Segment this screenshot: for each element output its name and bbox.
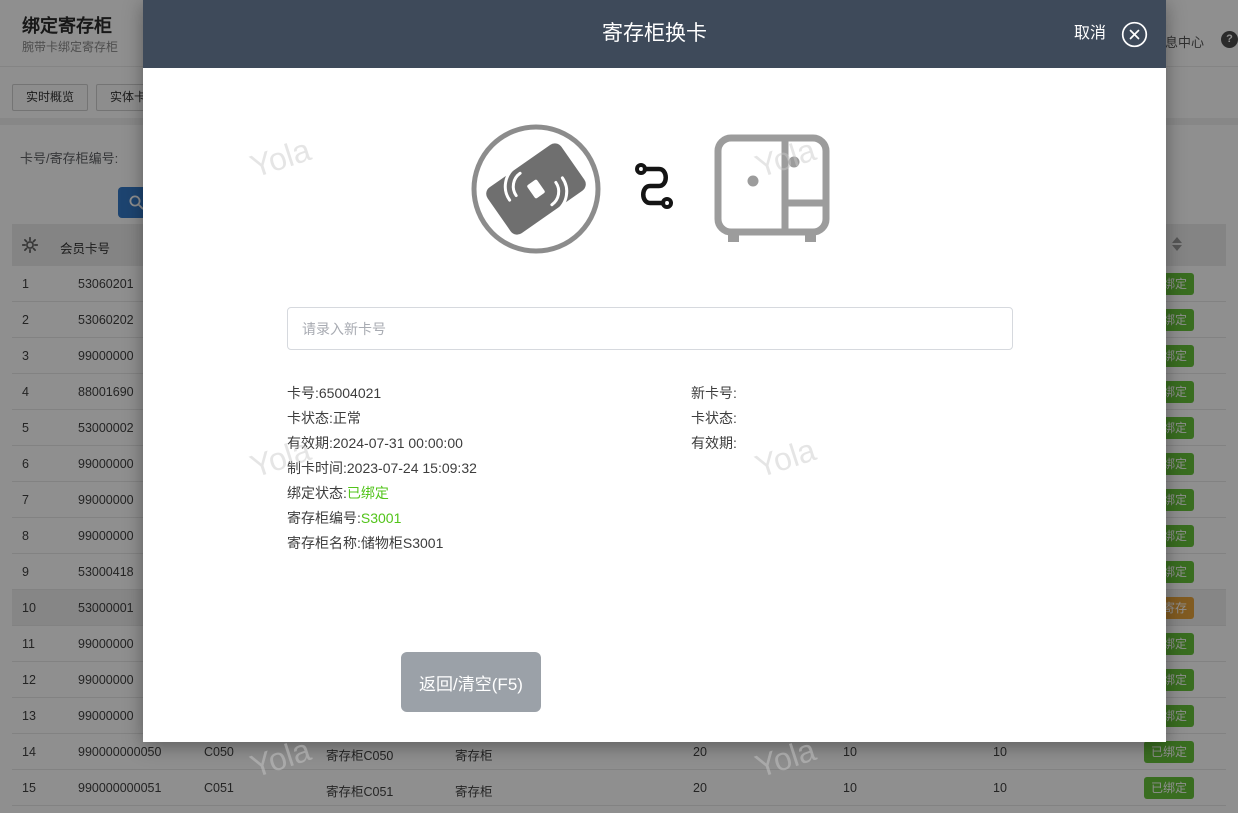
locker-cabinet-icon [714, 134, 830, 242]
current-card-info: 卡号:65004021 卡状态:正常 有效期:2024-07-31 00:00:… [287, 381, 477, 556]
info-label: 新卡号: [691, 385, 737, 401]
close-icon[interactable] [1121, 21, 1148, 48]
link-connector-icon [635, 163, 673, 209]
info-line: 卡状态: [691, 406, 737, 431]
info-line: 制卡时间:2023-07-24 15:09:32 [287, 456, 477, 481]
locker-card-exchange-modal: 寄存柜换卡 取消 请录入新卡号 卡号:65004021 卡状态:正常 有效期:2… [143, 0, 1166, 742]
info-value: 储物柜S3001 [360, 535, 444, 551]
info-line: 新卡号: [691, 381, 737, 406]
info-label: 寄存柜编号: [287, 510, 361, 526]
info-line: 卡号:65004021 [287, 381, 477, 406]
info-line: 绑定状态:已绑定 [287, 481, 477, 506]
info-line: 卡状态:正常 [287, 406, 477, 431]
modal-title: 寄存柜换卡 [602, 22, 707, 45]
cancel-button[interactable]: 取消 [1074, 0, 1106, 68]
info-line: 寄存柜名称:储物柜S3001 [287, 531, 477, 556]
info-value: 2024-07-31 00:00:00 [332, 435, 463, 451]
info-value: 65004021 [318, 385, 382, 401]
info-label: 有效期: [691, 435, 737, 451]
info-value: 正常 [332, 410, 361, 426]
return-clear-button[interactable]: 返回/清空(F5) [401, 652, 541, 712]
info-line: 有效期:2024-07-31 00:00:00 [287, 431, 477, 456]
info-value: S3001 [360, 510, 402, 526]
info-line: 有效期: [691, 431, 737, 456]
info-label: 卡状态: [691, 410, 737, 426]
new-card-number-input[interactable] [287, 307, 1013, 350]
info-line: 寄存柜编号:S3001 [287, 506, 477, 531]
info-value: 已绑定 [346, 485, 389, 501]
nfc-card-icon [471, 124, 601, 254]
new-card-info: 新卡号: 卡状态: 有效期: [691, 381, 737, 456]
info-label: 寄存柜名称: [287, 535, 361, 551]
modal-header: 寄存柜换卡 取消 [143, 0, 1166, 68]
info-label: 制卡时间: [287, 460, 347, 476]
info-label: 卡号: [287, 385, 319, 401]
info-label: 绑定状态: [287, 485, 347, 501]
info-label: 卡状态: [287, 410, 333, 426]
info-value: 2023-07-24 15:09:32 [346, 460, 477, 476]
info-label: 有效期: [287, 435, 333, 451]
